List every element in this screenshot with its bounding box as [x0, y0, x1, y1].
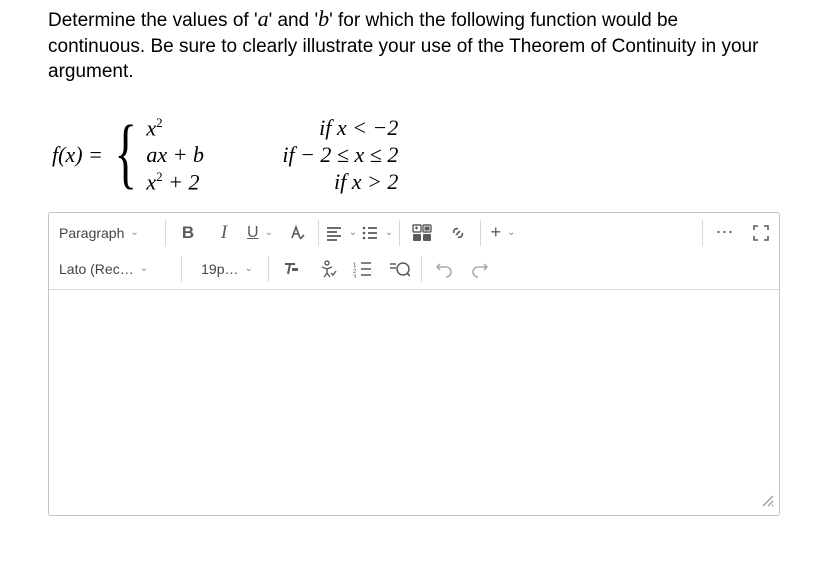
- q-a: a: [258, 6, 269, 31]
- divider: [421, 256, 422, 282]
- block-style-label: Paragraph: [59, 225, 124, 241]
- divider: [268, 256, 269, 282]
- case-cond: if x < −2: [238, 115, 398, 141]
- expand-button[interactable]: [743, 217, 779, 249]
- equation-button[interactable]: [381, 253, 417, 285]
- case-expr: x2 + 2: [146, 169, 238, 195]
- undo-button[interactable]: [426, 253, 462, 285]
- case-expr: ax + b: [146, 142, 238, 168]
- chevron-down-icon: ⌄: [385, 227, 393, 238]
- divider: [165, 220, 166, 246]
- rich-text-editor: Paragraph ⌄ B I U ⌄ ⌄: [48, 212, 780, 516]
- font-color-button[interactable]: [278, 217, 314, 249]
- align-button[interactable]: ⌄: [323, 217, 359, 249]
- block-style-select[interactable]: Paragraph ⌄: [49, 217, 161, 249]
- case-cond: if − 2 ≤ x ≤ 2: [238, 142, 398, 168]
- chevron-down-icon: ⌄: [265, 227, 273, 238]
- italic-button[interactable]: I: [206, 217, 242, 249]
- case-row: x2 + 2 if x > 2: [146, 169, 398, 196]
- q-pre: Determine the values of ': [48, 10, 258, 31]
- insert-button[interactable]: + ⌄: [485, 217, 521, 249]
- underline-button[interactable]: U ⌄: [242, 217, 278, 249]
- equation-lhs: f(x) =: [52, 142, 103, 168]
- question-text: Determine the values of 'a' and 'b' for …: [48, 4, 780, 85]
- case-expr: x2: [146, 115, 238, 141]
- divider: [480, 220, 481, 246]
- editor-toolbar: Paragraph ⌄ B I U ⌄ ⌄: [49, 213, 779, 290]
- q-b: b: [318, 6, 329, 31]
- svg-text:3: 3: [353, 275, 357, 278]
- chevron-down-icon: ⌄: [140, 263, 148, 274]
- q-mid1: ' and ': [269, 10, 319, 31]
- link-button[interactable]: [440, 217, 476, 249]
- font-size-select[interactable]: 19p… ⌄: [186, 253, 264, 285]
- equation-block: f(x) = { x2 if x < −2 ax + b if − 2 ≤ x …: [52, 115, 780, 196]
- chevron-down-icon: ⌄: [349, 227, 357, 238]
- divider: [702, 220, 703, 246]
- case-cond: if x > 2: [238, 169, 398, 195]
- case-row: ax + b if − 2 ≤ x ≤ 2: [146, 142, 398, 169]
- line-spacing-button[interactable]: 123: [345, 253, 381, 285]
- case-row: x2 if x < −2: [146, 115, 398, 142]
- chevron-down-icon: ⌄: [507, 227, 515, 238]
- divider: [318, 220, 319, 246]
- brace-icon: {: [114, 123, 136, 183]
- divider: [181, 256, 182, 282]
- redo-button[interactable]: [462, 253, 498, 285]
- media-button[interactable]: [404, 217, 440, 249]
- bold-button[interactable]: B: [170, 217, 206, 249]
- font-size-label: 19p…: [201, 261, 238, 277]
- chevron-down-icon: ⌄: [130, 227, 138, 238]
- cases: x2 if x < −2 ax + b if − 2 ≤ x ≤ 2 x2 + …: [146, 115, 398, 196]
- clear-format-button[interactable]: [273, 253, 309, 285]
- chevron-down-icon: ⌄: [244, 263, 252, 274]
- accessibility-check-button[interactable]: [309, 253, 345, 285]
- divider: [399, 220, 400, 246]
- list-button[interactable]: ⌄: [359, 217, 395, 249]
- font-family-label: Lato (Rec…: [59, 261, 134, 277]
- resize-handle-icon[interactable]: [761, 494, 775, 513]
- font-family-select[interactable]: Lato (Rec… ⌄: [49, 253, 177, 285]
- more-button[interactable]: ⋯: [707, 217, 743, 249]
- editor-content[interactable]: [49, 290, 779, 515]
